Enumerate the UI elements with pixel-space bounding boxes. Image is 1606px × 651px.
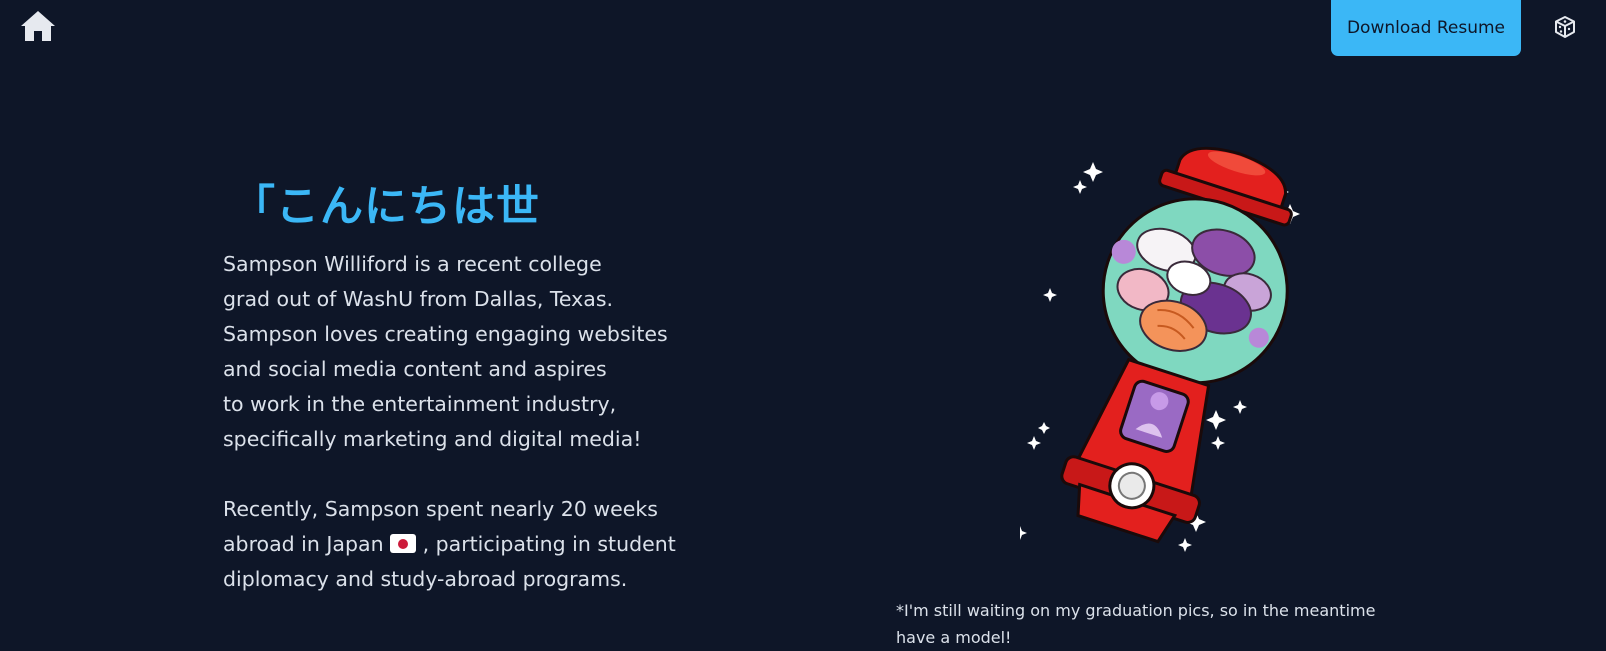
bio-line: Recently, Sampson spent nearly 20 weeks [223, 497, 658, 521]
random-dice-button[interactable] [1550, 12, 1580, 42]
home-icon [21, 11, 55, 41]
bio-paragraph-1: Sampson Williford is a recent college gr… [223, 247, 693, 457]
dice-icon [1555, 16, 1575, 38]
download-resume-button[interactable]: Download Resume [1331, 0, 1521, 56]
bio-line: Sampson Williford is a recent college [223, 252, 602, 276]
bio-line: diplomacy and study-abroad programs. [223, 567, 628, 591]
bio-text-segment: , participating in student [416, 532, 676, 556]
bio-line: and social media content and aspires [223, 357, 607, 381]
illustration-caption: *I'm still waiting on my graduation pics… [896, 601, 1376, 647]
gumball-machine-illustration [1013, 140, 1350, 590]
bio-paragraph-2: Recently, Sampson spent nearly 20 weeks … [223, 492, 693, 597]
greeting-heading: 「こんにちは世 [232, 182, 540, 232]
gumball-machine-svg [1013, 146, 1300, 552]
bio-line: grad out of WashU from Dallas, Texas. [223, 287, 614, 311]
home-button[interactable] [18, 8, 58, 44]
bio-line: abroad in Japan , participating in stude… [223, 527, 693, 562]
page: Download Resume 「こんにちは世 Sampson Willifor… [0, 0, 1606, 651]
japan-flag-icon [390, 534, 417, 553]
bio-text-segment: abroad in Japan [223, 532, 391, 556]
bio-text: Sampson Williford is a recent college gr… [223, 247, 693, 597]
bio-line: Sampson loves creating engaging websites [223, 322, 668, 346]
bio-line: specifically marketing and digital media… [223, 427, 642, 451]
bio-line: to work in the entertainment industry, [223, 392, 617, 416]
